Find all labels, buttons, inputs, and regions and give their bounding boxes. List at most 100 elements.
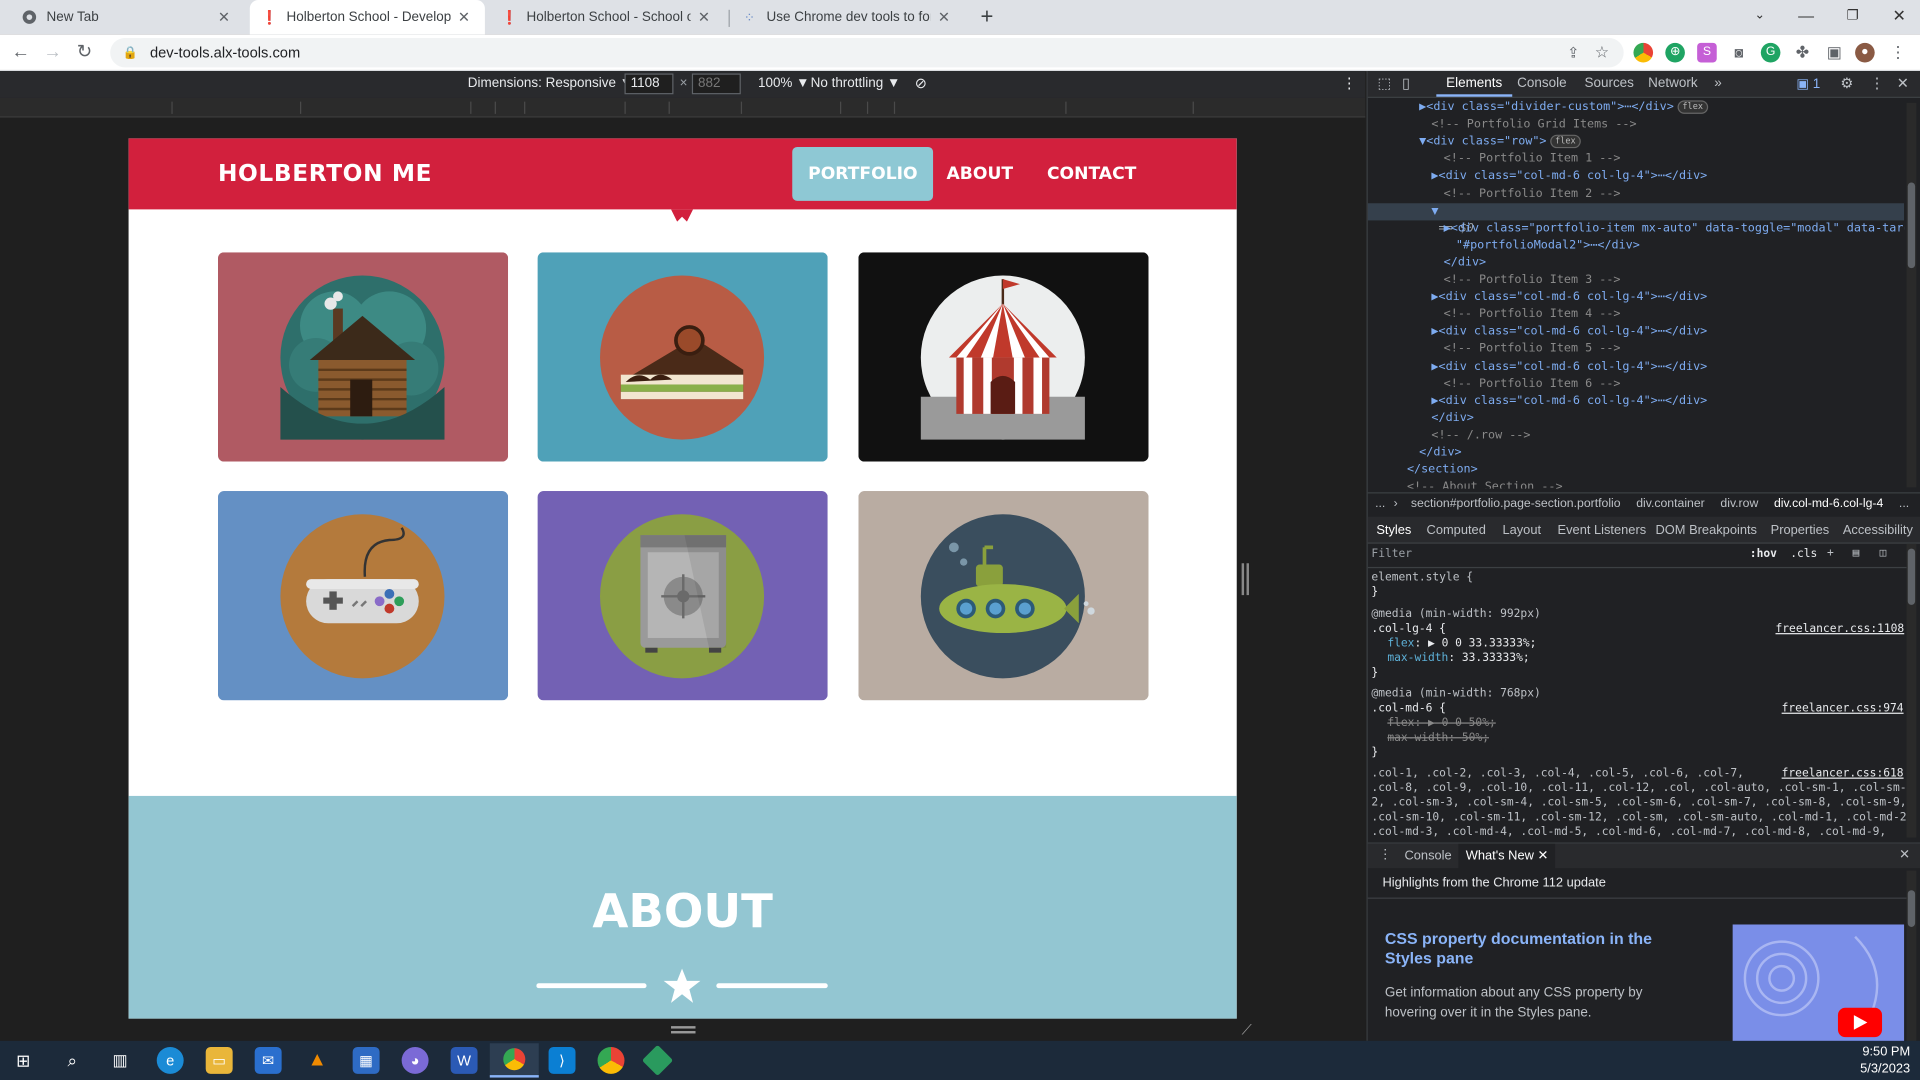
portfolio-item-circus[interactable] — [858, 252, 1149, 462]
breadcrumb-row[interactable]: div.row — [1720, 497, 1758, 510]
store-icon[interactable]: ▦ — [352, 1046, 380, 1074]
dom-line[interactable]: ▼<div class="row"> flex — [1368, 134, 1581, 151]
subtab-dom-breakpoints[interactable]: DOM Breakpoints — [1656, 523, 1757, 538]
breadcrumb-section[interactable]: section#portfolio.page-section.portfolio — [1411, 497, 1621, 510]
dom-line[interactable]: <!-- About Section --> — [1368, 479, 1563, 488]
close-tab-icon[interactable]: ✕ — [456, 9, 473, 26]
dimensions-dropdown[interactable]: Dimensions: Responsive ▼ — [468, 76, 633, 91]
dom-line[interactable]: <!-- /.row --> — [1368, 427, 1530, 444]
subtab-properties[interactable]: Properties — [1771, 523, 1830, 538]
dom-line[interactable]: <!-- Portfolio Grid Items --> — [1368, 116, 1636, 133]
devtools-menu-icon[interactable]: ⋮ — [1870, 75, 1885, 92]
flex-badge[interactable]: flex — [1677, 100, 1708, 114]
tab-chrome-devtools[interactable]: ⁘ Use Chrome dev tools to force el ✕ — [730, 0, 965, 34]
subtab-computed[interactable]: Computed — [1427, 523, 1486, 538]
elements-scrollbar[interactable] — [1906, 102, 1917, 488]
media-query-ruler[interactable] — [0, 97, 1366, 118]
tab-sources[interactable]: Sources — [1584, 76, 1633, 91]
site-brand[interactable]: HOLBERTON ME — [218, 160, 432, 187]
forward-button[interactable]: → — [40, 40, 64, 64]
device-toggle-icon[interactable]: ▯ — [1402, 75, 1410, 92]
windows-start-icon[interactable]: ⊞ — [10, 1047, 37, 1074]
rotate-icon[interactable]: ⊘ — [915, 75, 927, 92]
breadcrumb-more[interactable]: ... — [1375, 497, 1385, 510]
subtab-accessibility[interactable]: Accessibility — [1843, 523, 1913, 538]
flex-property[interactable]: flex: ▶ 0 0 33.33333%; — [1387, 637, 1536, 652]
system-clock[interactable]: 9:50 PM 5/3/2023 — [1837, 1043, 1910, 1077]
tab-elements[interactable]: Elements — [1436, 76, 1512, 97]
viewport-height-input[interactable]: 882 — [691, 73, 741, 95]
bookmark-star-icon[interactable]: ☆ — [1595, 43, 1609, 63]
col-lg-4-selector[interactable]: .col-lg-4 { — [1371, 622, 1446, 637]
extension-color-icon[interactable] — [1633, 42, 1654, 63]
close-drawer-icon[interactable]: ✕ — [1899, 847, 1910, 862]
minimize-button[interactable]: — — [1783, 0, 1830, 34]
address-bar[interactable]: 🔒 dev-tools.alx-tools.com ⇪ ☆ — [110, 37, 1624, 68]
search-icon[interactable]: ⌕ — [59, 1047, 86, 1074]
side-panel-icon[interactable]: ▣ — [1824, 43, 1844, 63]
paint-icon[interactable]: ▤ — [1853, 546, 1860, 561]
dom-line[interactable]: ▶<div class="divider-custom">⋯</div> flex — [1368, 99, 1708, 116]
vscode-icon[interactable]: ⟩ — [548, 1046, 576, 1074]
chrome-menu-icon[interactable]: ⋮ — [1888, 43, 1908, 63]
dom-line[interactable]: <!-- Portfolio Item 3 --> — [1368, 272, 1621, 289]
drawer-menu-icon[interactable]: ⋮ — [1379, 847, 1392, 862]
new-tab-button[interactable]: + — [975, 4, 999, 29]
discord-icon[interactable]: ◕ — [401, 1046, 429, 1074]
dom-line[interactable]: ▶<div class="portfolio-item mx-auto" dat… — [1368, 220, 1904, 237]
nav-portfolio[interactable]: PORTFOLIO — [792, 146, 934, 201]
mail-icon[interactable]: ✉ — [254, 1046, 282, 1074]
subtab-layout[interactable]: Layout — [1502, 523, 1541, 538]
portfolio-item-safe[interactable] — [537, 491, 828, 701]
extension-s-icon[interactable]: S — [1697, 42, 1717, 63]
close-tab-icon[interactable]: ✕ — [696, 9, 713, 26]
profile-avatar[interactable]: ● — [1855, 42, 1875, 63]
video-thumbnail[interactable] — [1732, 924, 1905, 1043]
flex-property-overridden[interactable]: flex: ▶ 0 0 50%; — [1387, 716, 1495, 731]
dom-line[interactable]: ▶<div class="col-md-6 col-lg-4">⋯</div> — [1368, 168, 1707, 185]
dom-line[interactable]: <!-- Portfolio Item 5 --> — [1368, 341, 1621, 358]
tab-holberton-developer[interactable]: ❗ Holberton School - Developer to ✕ — [249, 0, 485, 35]
elements-tree[interactable]: ▶<div class="divider-custom">⋯</div> flex… — [1367, 99, 1905, 489]
breadcrumb-col[interactable]: div.col-md-6.col-lg-4 — [1774, 497, 1883, 510]
dom-line[interactable]: </div> — [1368, 444, 1461, 461]
tab-new-tab[interactable]: New Tab ✕ — [10, 0, 245, 34]
dom-line[interactable]: <!-- Portfolio Item 4 --> — [1368, 306, 1621, 323]
edge-icon[interactable]: e — [156, 1046, 184, 1074]
freelancer-css-link-974[interactable]: freelancer.css:974 — [1782, 702, 1904, 717]
drawer-scrollbar[interactable] — [1906, 870, 1917, 1043]
extension-green-icon[interactable]: ⊕ — [1665, 42, 1685, 63]
more-tabs-icon[interactable]: » — [1714, 76, 1722, 91]
viewport-width-input[interactable]: 1108 — [624, 73, 674, 95]
dom-line-selected[interactable]: ▼ == $0 — [1367, 202, 1905, 235]
hover-state-toggle[interactable]: :hov — [1750, 547, 1777, 562]
dom-line[interactable]: ▶<div class="col-md-6 col-lg-4">⋯</div> — [1368, 324, 1707, 341]
dom-line[interactable]: </div> — [1368, 410, 1473, 427]
subtab-event-listeners[interactable]: Event Listeners — [1558, 523, 1647, 538]
extensions-puzzle-icon[interactable]: ✤ — [1793, 43, 1813, 63]
tab-holberton-school[interactable]: ❗ Holberton School - School of Co ✕ — [490, 0, 725, 34]
whats-new-heading[interactable]: CSS property documentation in the Styles… — [1385, 929, 1691, 968]
subtab-styles[interactable]: Styles — [1376, 523, 1411, 538]
close-window-button[interactable]: ✕ — [1876, 0, 1920, 34]
portfolio-item-submarine[interactable] — [858, 491, 1149, 701]
drawer-tab-whats-new[interactable]: What's New ✕ — [1458, 843, 1556, 869]
element-style-rule[interactable]: element.style { — [1371, 571, 1473, 586]
dom-line[interactable]: ▶<div class="col-md-6 col-lg-4">⋯</div> — [1368, 358, 1707, 375]
dom-line[interactable]: "#portfolioModal2">⋯</div> — [1368, 237, 1640, 254]
reload-button[interactable]: ↻ — [72, 40, 96, 64]
portfolio-item-cabin[interactable] — [217, 252, 509, 462]
word-icon[interactable]: W — [450, 1046, 478, 1074]
dom-line[interactable]: ▶<div class="col-md-6 col-lg-4">⋯</div> — [1368, 393, 1707, 410]
git-icon[interactable] — [641, 1044, 674, 1076]
nav-about[interactable]: ABOUT — [931, 147, 1029, 201]
portfolio-item-game[interactable] — [217, 491, 509, 701]
dom-line[interactable]: <!-- Portfolio Item 2 --> — [1368, 186, 1621, 203]
viewport-resize-handle[interactable] — [1241, 563, 1249, 596]
issues-badge[interactable]: ▣ 1 — [1796, 76, 1820, 92]
tab-console[interactable]: Console — [1517, 76, 1566, 91]
tab-network[interactable]: Network — [1648, 76, 1697, 91]
close-tab-icon[interactable]: ✕ — [936, 9, 953, 26]
breadcrumb-more-end[interactable]: ... — [1899, 497, 1909, 510]
styles-filter-input[interactable]: Filter — [1371, 547, 1738, 564]
